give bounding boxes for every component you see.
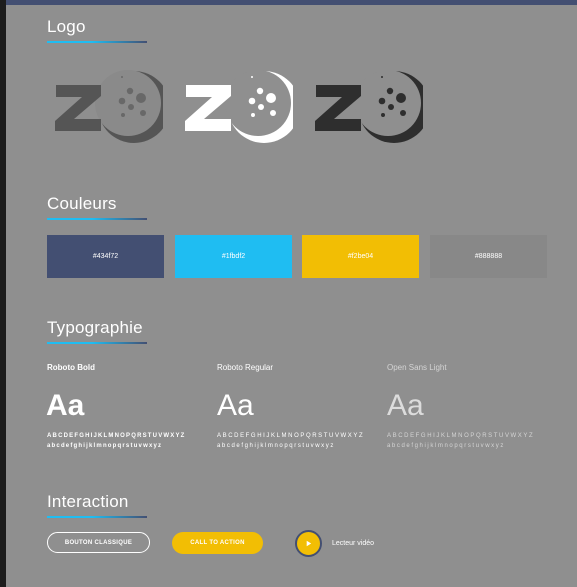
font-uppercase-bold: ABCDEFGHIJKLMNOPQRSTUVWXYZ bbox=[47, 433, 186, 439]
section-title-typography: Typographie bbox=[47, 318, 143, 337]
section-underline-interaction bbox=[47, 516, 147, 518]
top-accent-bar bbox=[0, 0, 577, 5]
font-name-bold: Roboto Bold bbox=[47, 363, 95, 372]
left-edge-bar bbox=[0, 0, 6, 587]
video-play-button[interactable] bbox=[295, 530, 322, 557]
font-sample-bold: Aa bbox=[46, 389, 85, 422]
color-swatch-accent: #1fbdf2 bbox=[175, 235, 292, 278]
font-sample-regular: Aa bbox=[217, 389, 254, 422]
section-title-colors: Couleurs bbox=[47, 194, 117, 213]
logo-dark-icon bbox=[313, 65, 423, 150]
video-player-label: Lecteur vidéo bbox=[332, 540, 375, 547]
font-uppercase-light: ABCDEFGHIJKLMNOPQRSTUVWXYZ bbox=[387, 433, 535, 439]
section-underline-colors bbox=[47, 218, 147, 220]
color-swatch-neutral: #888888 bbox=[430, 235, 547, 278]
classic-button[interactable]: BOUTON CLASSIQUE bbox=[47, 532, 150, 553]
call-to-action-button[interactable]: CALL TO ACTION bbox=[172, 532, 263, 554]
font-lowercase-bold: abcdefghijklmnopqrstuvwxyz bbox=[47, 443, 163, 449]
section-underline-logo bbox=[47, 41, 147, 43]
color-swatch-highlight: #f2be04 bbox=[302, 235, 419, 278]
play-icon bbox=[306, 540, 312, 547]
color-swatch-primary: #434f72 bbox=[47, 235, 164, 278]
logo-grey-icon bbox=[53, 65, 163, 150]
font-name-regular: Roboto Regular bbox=[217, 363, 274, 372]
font-name-light: Open Sans Light bbox=[387, 363, 447, 372]
swatch-label: #434f72 bbox=[92, 253, 119, 260]
logo-white-icon bbox=[183, 65, 293, 150]
font-lowercase-light: abcdefghijklmnopqrstuvwxyz bbox=[387, 443, 505, 449]
font-sample-light: Aa bbox=[387, 389, 424, 422]
section-title-interaction: Interaction bbox=[47, 492, 129, 511]
font-lowercase-regular: abcdefghijklmnopqrstuvwxyz bbox=[217, 443, 335, 449]
swatch-label: #888888 bbox=[474, 253, 503, 260]
font-uppercase-regular: ABCDEFGHIJKLMNOPQRSTUVWXYZ bbox=[217, 433, 365, 439]
swatch-label: #f2be04 bbox=[347, 253, 374, 260]
swatch-label: #1fbdf2 bbox=[221, 253, 246, 260]
section-underline-typography bbox=[47, 342, 147, 344]
section-title-logo: Logo bbox=[47, 17, 86, 36]
